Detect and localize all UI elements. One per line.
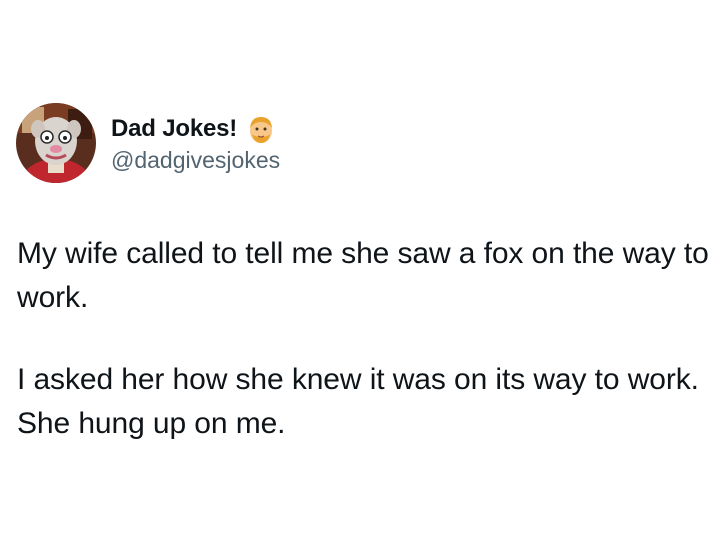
display-name-row: Dad Jokes! [111,112,280,146]
display-name[interactable]: Dad Jokes! [111,115,237,143]
author-names: Dad Jokes! @dadgivesjokes [111,112,280,174]
tweet-paragraph-1: My wife called to tell me she saw a fox … [17,237,709,314]
avatar[interactable] [16,103,96,183]
tweet: Dad Jokes! @dadgivesjokes My wife called… [0,0,720,560]
handle[interactable]: @dadgivesjokes [111,147,280,174]
cartoon-dad-avatar-icon [16,103,96,183]
tweet-text: My wife called to tell me she saw a fox … [17,232,717,446]
man-face-emoji-icon [246,114,276,144]
tweet-paragraph-2: I asked her how she knew it was on its w… [17,363,699,440]
tweet-header: Dad Jokes! @dadgivesjokes [16,103,280,183]
